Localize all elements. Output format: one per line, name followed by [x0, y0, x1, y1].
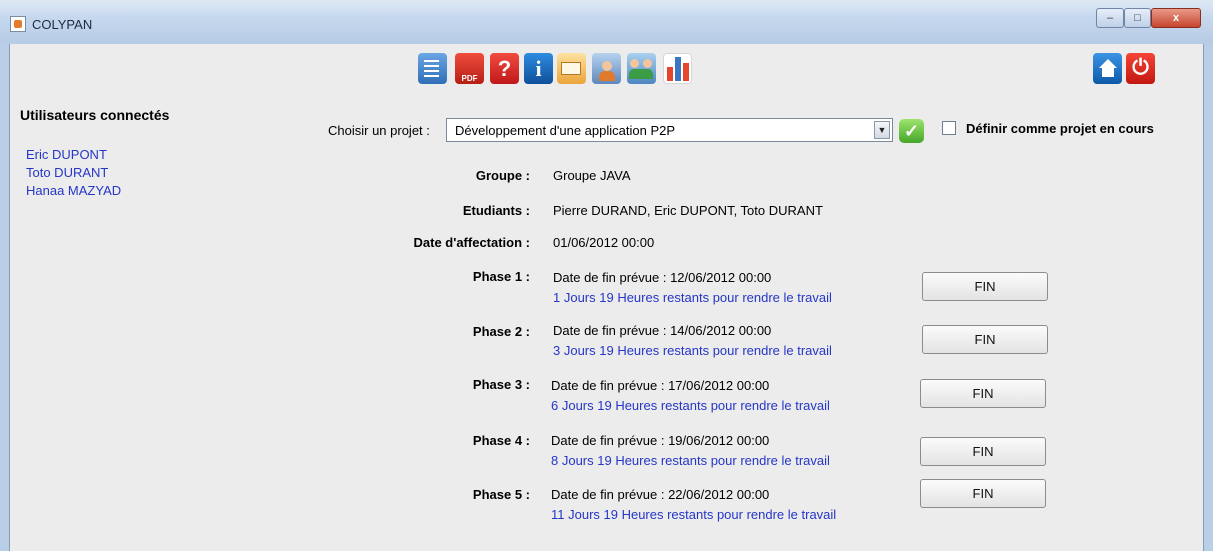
set-current-project-label[interactable]: Définir comme projet en cours [966, 121, 1154, 136]
phase-remaining-time: 1 Jours 19 Heures restants pour rendre l… [553, 290, 832, 305]
phase-label: Phase 5 : [472, 487, 530, 502]
phase-due-date: Date de fin prévue : 17/06/2012 00:00 [551, 378, 770, 393]
user-item[interactable]: Toto DURANT [26, 165, 108, 180]
phase-label: Phase 4 : [472, 433, 530, 448]
home-icon[interactable] [1093, 53, 1122, 84]
phase-due-date: Date de fin prévue : 19/06/2012 00:00 [551, 433, 770, 448]
connected-users-title: Utilisateurs connectés [20, 107, 170, 123]
user-item[interactable]: Eric DUPONT [26, 147, 107, 162]
phase-remaining-time: 3 Jours 19 Heures restants pour rendre l… [553, 343, 832, 358]
group-label: Groupe : [475, 168, 530, 183]
phase-label: Phase 1 : [472, 269, 530, 284]
group-value: Groupe JAVA [553, 168, 631, 183]
chart-icon[interactable] [663, 53, 692, 84]
mail-icon[interactable] [557, 53, 586, 84]
list-icon[interactable] [418, 53, 447, 84]
validate-check-icon[interactable]: ✓ [899, 119, 924, 143]
app-window: COLYPAN – □ x PDF ? i ⏻ Utilisateurs con… [0, 0, 1213, 551]
window-title: COLYPAN [32, 17, 93, 32]
phase-end-button[interactable]: FIN [922, 272, 1048, 301]
set-current-project-checkbox[interactable] [942, 121, 956, 135]
choose-project-label: Choisir un projet : [328, 123, 430, 138]
phase-remaining-time: 6 Jours 19 Heures restants pour rendre l… [551, 398, 830, 413]
assignment-date-value: 01/06/2012 00:00 [553, 235, 655, 250]
phase-end-button[interactable]: FIN [920, 437, 1046, 466]
power-icon[interactable]: ⏻ [1126, 53, 1155, 84]
phase-label: Phase 3 : [472, 377, 530, 392]
phase-due-date: Date de fin prévue : 14/06/2012 00:00 [553, 323, 772, 338]
help-icon[interactable]: ? [490, 53, 519, 84]
user-icon[interactable] [592, 53, 621, 84]
group-settings-icon[interactable] [627, 53, 656, 84]
info-icon[interactable]: i [524, 53, 553, 84]
phase-end-button[interactable]: FIN [920, 379, 1046, 408]
project-select[interactable]: Développement d'une application P2P ▼ [446, 118, 893, 142]
maximize-button[interactable]: □ [1124, 8, 1151, 28]
phase-end-button[interactable]: FIN [922, 325, 1048, 354]
chevron-down-icon[interactable]: ▼ [874, 121, 890, 139]
phase-due-date: Date de fin prévue : 22/06/2012 00:00 [551, 487, 770, 502]
phase-remaining-time: 11 Jours 19 Heures restants pour rendre … [551, 507, 837, 522]
title-bar: COLYPAN – □ x [0, 0, 1213, 44]
assignment-date-label: Date d'affectation : [413, 235, 531, 250]
user-item[interactable]: Hanaa MAZYAD [26, 183, 121, 198]
phase-due-date: Date de fin prévue : 12/06/2012 00:00 [553, 270, 772, 285]
main-panel: PDF ? i ⏻ Utilisateurs connectés Eric DU… [9, 44, 1204, 551]
students-value: Pierre DURAND, Eric DUPONT, Toto DURANT [553, 203, 823, 218]
java-app-icon [10, 16, 26, 32]
phase-remaining-time: 8 Jours 19 Heures restants pour rendre l… [551, 453, 830, 468]
pdf-icon[interactable]: PDF [455, 53, 484, 84]
phase-end-button[interactable]: FIN [920, 479, 1046, 508]
phase-label: Phase 2 : [472, 324, 530, 339]
students-label: Etudiants : [462, 203, 530, 218]
close-button[interactable]: x [1151, 8, 1201, 28]
minimize-button[interactable]: – [1096, 8, 1124, 28]
project-select-value: Développement d'une application P2P [455, 123, 676, 138]
